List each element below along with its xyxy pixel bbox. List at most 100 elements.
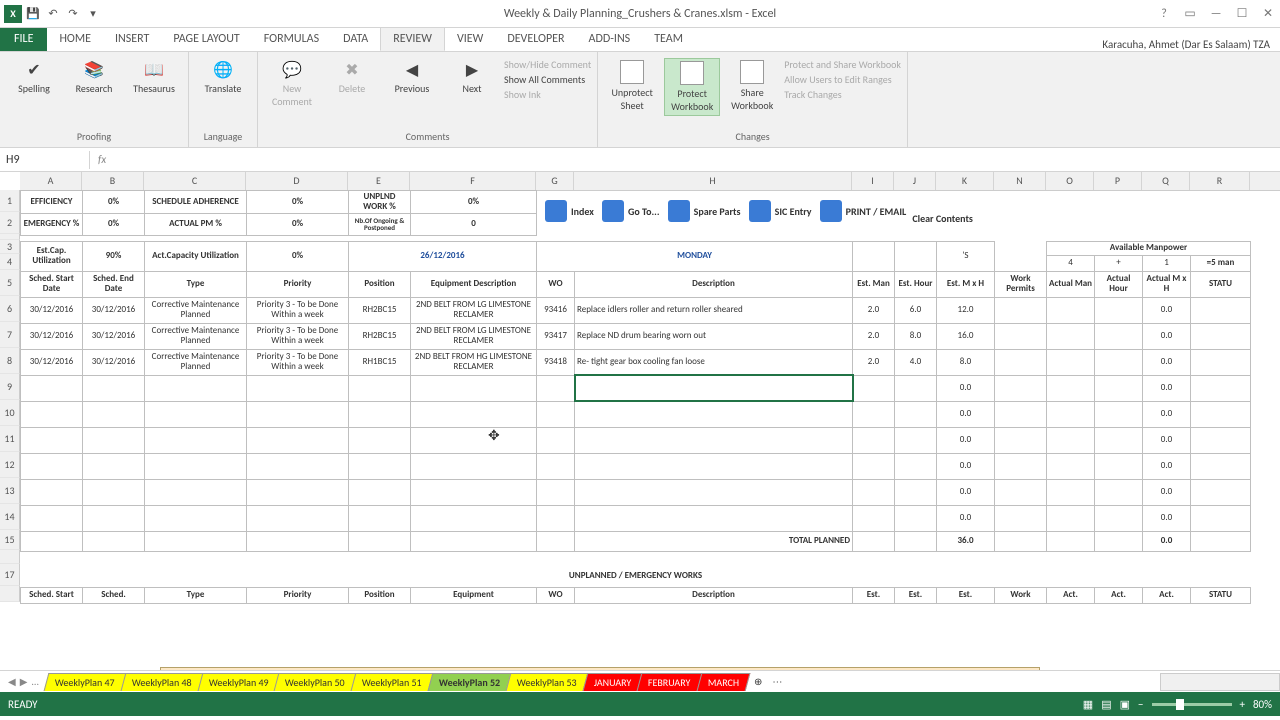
cell[interactable]: 8.0 (895, 323, 937, 349)
cell[interactable] (895, 453, 937, 479)
cell[interactable] (247, 505, 349, 531)
translate-button[interactable]: 🌐Translate (195, 58, 251, 97)
col-header[interactable]: E (348, 172, 410, 190)
new-comment-button[interactable]: 💬New Comment (264, 58, 320, 110)
tab-view[interactable]: VIEW (445, 27, 495, 51)
cell[interactable] (349, 427, 411, 453)
cell[interactable] (1095, 427, 1143, 453)
cell[interactable] (411, 375, 537, 401)
cell[interactable] (995, 453, 1047, 479)
cell[interactable]: Corrective Maintenance Planned (145, 297, 247, 323)
index-button[interactable]: Index (545, 200, 594, 222)
cell[interactable] (411, 479, 537, 505)
share-workbook-button[interactable]: Share Workbook (724, 58, 780, 114)
unprotect-sheet-button[interactable]: Unprotect Sheet (604, 58, 660, 114)
cell[interactable] (145, 375, 247, 401)
cell[interactable] (1095, 323, 1143, 349)
cell[interactable] (145, 401, 247, 427)
tab-home[interactable]: HOME (47, 27, 103, 51)
maximize-icon[interactable]: ☐ (1230, 2, 1254, 26)
cell[interactable] (995, 479, 1047, 505)
cell[interactable]: 0.0 (1143, 349, 1191, 375)
view-normal-icon[interactable]: ▦ (1083, 698, 1093, 711)
cell[interactable]: 6.0 (895, 297, 937, 323)
cell[interactable] (21, 505, 83, 531)
sheet-tab[interactable]: WeeklyPlan 49 (197, 673, 280, 691)
cell[interactable] (575, 505, 853, 531)
cell[interactable] (1047, 323, 1095, 349)
tab-nav[interactable]: ◀▶... (0, 675, 47, 688)
cell[interactable]: 30/12/2016 (83, 297, 145, 323)
cell[interactable]: 0.0 (937, 427, 995, 453)
sic-entry-button[interactable]: SIC Entry (749, 200, 812, 222)
cell[interactable] (1047, 453, 1095, 479)
cell[interactable] (1047, 505, 1095, 531)
row-headers[interactable]: 12345678910111213141517 (0, 190, 20, 602)
col-header[interactable]: D (246, 172, 348, 190)
cell[interactable] (349, 401, 411, 427)
sheet-tab[interactable]: FEBRUARY (637, 673, 702, 691)
cell[interactable] (83, 479, 145, 505)
cell[interactable]: RH1BC15 (349, 349, 411, 375)
cell[interactable] (21, 479, 83, 505)
cell[interactable] (853, 427, 895, 453)
cell[interactable]: Corrective Maintenance Planned (145, 349, 247, 375)
cell[interactable] (1047, 375, 1095, 401)
cell[interactable] (247, 375, 349, 401)
name-box[interactable]: H9 (0, 151, 90, 169)
col-header[interactable]: R (1190, 172, 1250, 190)
cell[interactable] (1191, 323, 1251, 349)
goto-button[interactable]: Go To... (602, 200, 659, 222)
redo-icon[interactable]: ↷ (64, 5, 82, 23)
cell[interactable] (21, 401, 83, 427)
zoom-level[interactable]: 80% (1253, 698, 1272, 711)
cell[interactable] (1047, 401, 1095, 427)
col-header[interactable]: K (936, 172, 994, 190)
cell[interactable] (1095, 401, 1143, 427)
cell[interactable] (995, 375, 1047, 401)
minimize-icon[interactable]: — (1204, 2, 1228, 26)
cell[interactable]: 30/12/2016 (83, 323, 145, 349)
cell[interactable] (1095, 479, 1143, 505)
cell[interactable] (83, 453, 145, 479)
horizontal-scrollbar[interactable] (1160, 673, 1280, 691)
tab-prev-icon[interactable]: ◀ (8, 675, 16, 688)
close-icon[interactable]: ✕ (1256, 2, 1280, 26)
qat-more-icon[interactable]: ▾ (84, 5, 102, 23)
cell[interactable] (895, 401, 937, 427)
column-headers[interactable]: ABCDEFGHIJKNOPQR (20, 172, 1280, 191)
zoom-in-icon[interactable]: + (1240, 698, 1245, 711)
cell[interactable]: 30/12/2016 (21, 297, 83, 323)
cell[interactable] (853, 505, 895, 531)
tab-team[interactable]: TEAM (642, 27, 695, 51)
cell[interactable] (853, 479, 895, 505)
cell[interactable]: 0.0 (1143, 453, 1191, 479)
cell[interactable]: 2ND BELT FROM LG LIMESTONE RECLAMER (411, 297, 537, 323)
cell[interactable] (895, 505, 937, 531)
tab-addins[interactable]: ADD-INS (577, 27, 643, 51)
sheet-tab[interactable]: WeeklyPlan 47 (44, 673, 127, 691)
cell[interactable] (537, 505, 575, 531)
cell[interactable]: 93416 (537, 297, 575, 323)
cell[interactable]: 93417 (537, 323, 575, 349)
cell[interactable] (895, 375, 937, 401)
col-header[interactable]: B (82, 172, 144, 190)
cell[interactable]: 0.0 (937, 375, 995, 401)
cell[interactable] (349, 453, 411, 479)
cell[interactable]: 0.0 (1143, 323, 1191, 349)
cell[interactable]: 12.0 (937, 297, 995, 323)
cell[interactable]: Corrective Maintenance Planned (145, 323, 247, 349)
tab-developer[interactable]: DEVELOPER (495, 27, 576, 51)
tab-next-icon[interactable]: ▶ (20, 675, 28, 688)
spelling-button[interactable]: ✔Spelling (6, 58, 62, 97)
cell[interactable] (995, 401, 1047, 427)
cell[interactable]: 0.0 (1143, 479, 1191, 505)
cell[interactable] (247, 453, 349, 479)
cell[interactable] (537, 427, 575, 453)
cell[interactable] (1191, 375, 1251, 401)
cell[interactable] (411, 401, 537, 427)
sheet-tab[interactable]: WeeklyPlan 52 (427, 673, 511, 691)
zoom-out-icon[interactable]: − (1138, 698, 1143, 711)
cell[interactable] (853, 401, 895, 427)
cell[interactable] (21, 375, 83, 401)
